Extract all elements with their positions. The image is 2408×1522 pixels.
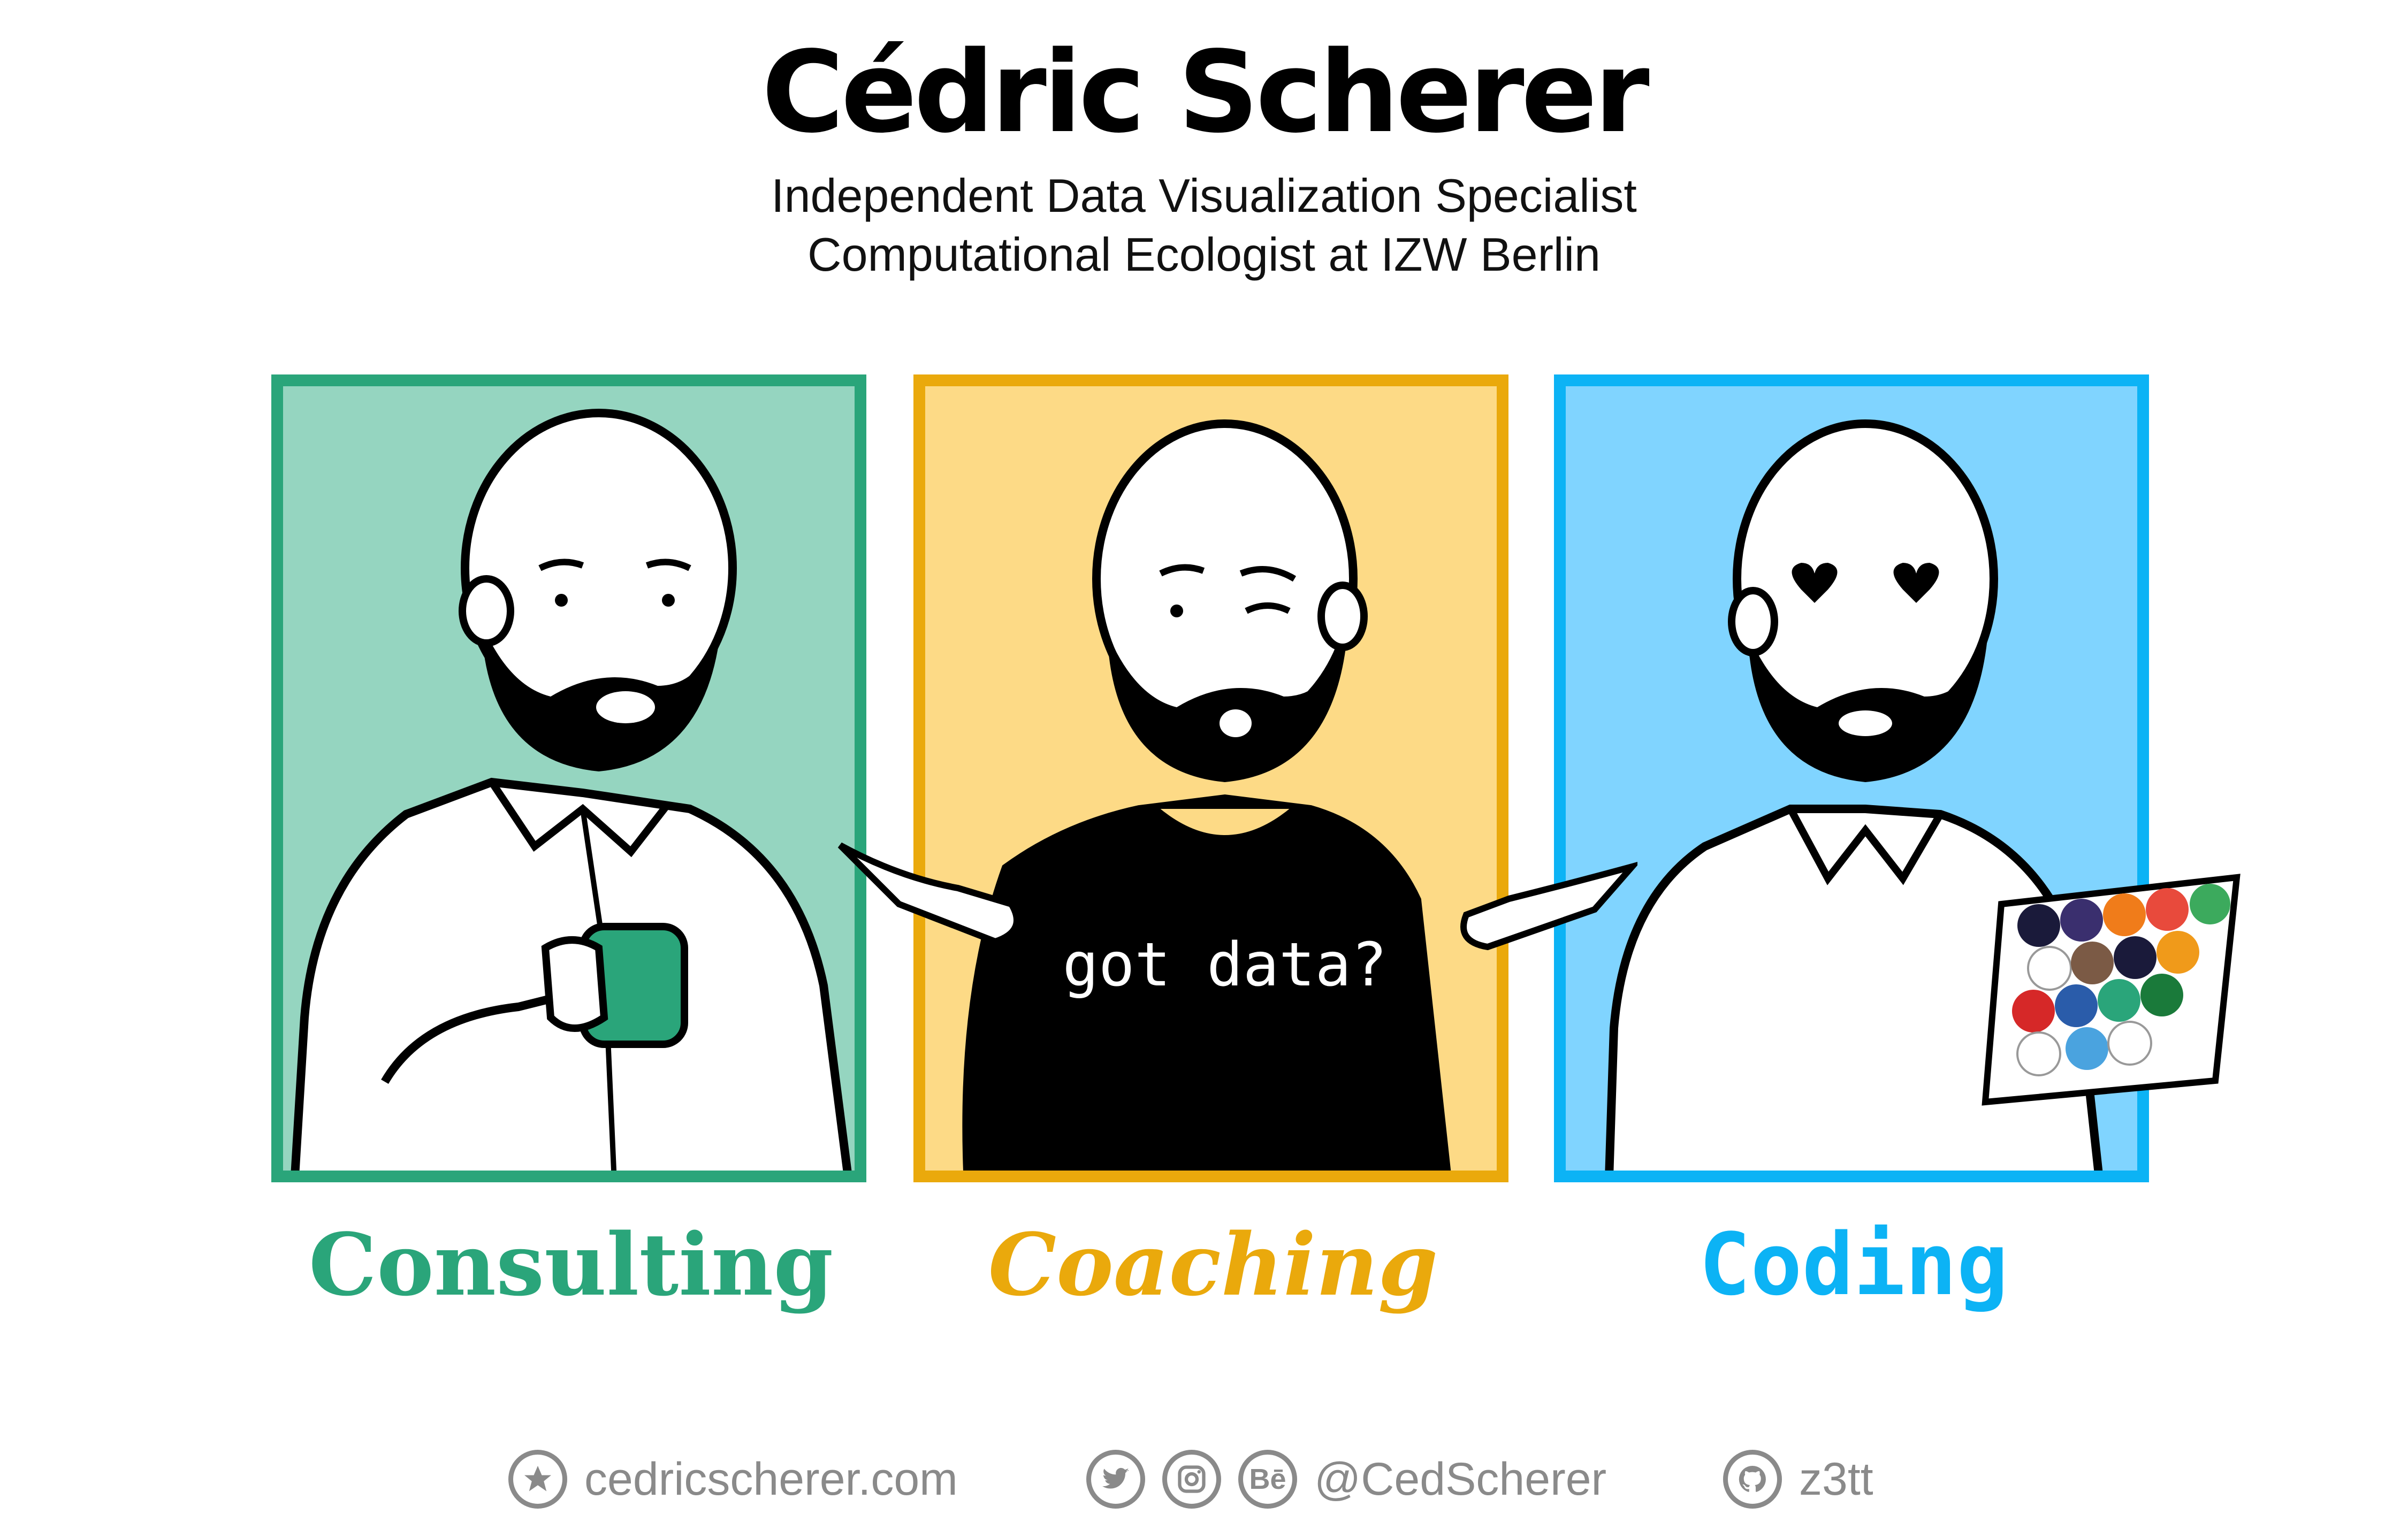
github-icon <box>1723 1450 1782 1509</box>
behance-icon[interactable]: Bē <box>1238 1450 1297 1509</box>
consulting-panel <box>271 374 866 1182</box>
consulting-figure <box>291 409 852 1171</box>
coaching-panel: got data? <box>913 374 1508 1182</box>
website-link[interactable]: cedricscherer.com <box>508 1450 958 1509</box>
github-link[interactable]: z3tt <box>1723 1450 1873 1509</box>
handle-text: @CedScherer <box>1314 1453 1607 1505</box>
consulting-label: Consulting <box>308 1214 834 1315</box>
subtitle-affiliation: Computational Ecologist at IZW Berlin <box>807 228 1601 281</box>
social-links[interactable]: Bē @CedScherer <box>1086 1450 1606 1509</box>
github-text: z3tt <box>1799 1453 1873 1505</box>
twitter-icon[interactable] <box>1086 1450 1145 1509</box>
coaching-figure: got data? <box>962 419 1451 1171</box>
coaching-label: Coaching <box>988 1214 1438 1315</box>
website-text: cedricscherer.com <box>584 1453 958 1505</box>
laptop <box>1982 874 2241 1106</box>
page-title: Cédric Scherer <box>761 27 1649 158</box>
coding-label: Coding <box>1699 1214 2008 1314</box>
star-icon <box>508 1450 567 1509</box>
subtitle-role: Independent Data Visualization Specialis… <box>771 169 1637 222</box>
instagram-icon[interactable] <box>1162 1450 1221 1509</box>
poster: Cédric Scherer Independent Data Visualiz… <box>0 0 2408 1522</box>
shrug-hands <box>837 842 1637 951</box>
